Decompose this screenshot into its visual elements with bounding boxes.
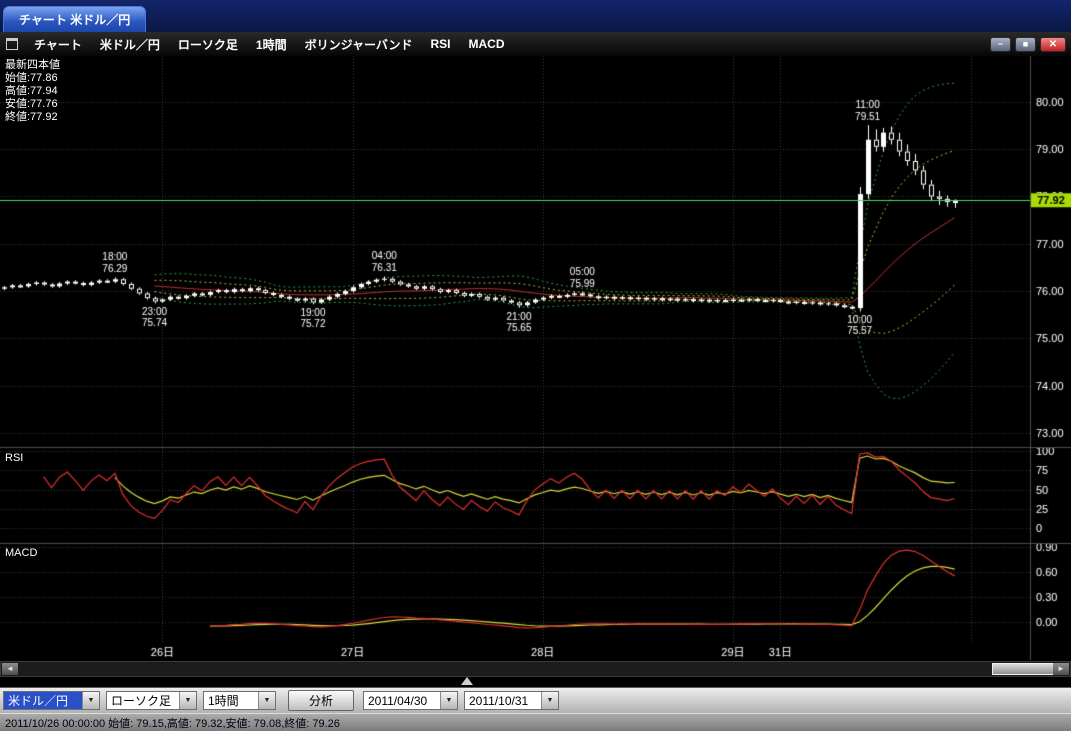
chart-area: 最新四本値 始値:77.86 高値:77.94 安値:77.76 終値:77.9…	[0, 56, 1071, 660]
timeframe-select-value: 1時間	[204, 692, 258, 709]
chart-tab[interactable]: チャート 米ドル／円	[3, 6, 146, 32]
date-from-value: 2011/04/30	[364, 692, 440, 709]
date-from-select[interactable]: 2011/04/30 ▼	[363, 691, 458, 710]
symbol-select[interactable]: 米ドル／円 ▼	[3, 691, 100, 710]
status-bar: 2011/10/26 00:00:00 始値: 79.15,高値: 79.32,…	[0, 713, 1071, 731]
menu-item-timeframe[interactable]: 1時間	[247, 36, 296, 53]
info-box-low: 安値:77.76	[5, 98, 60, 111]
menu-item-chart[interactable]: チャート	[25, 36, 91, 53]
menu-bar: チャート 米ドル／円 ローソク足 1時間 ボリンジャーバンド RSI MACD …	[0, 32, 1071, 56]
chart-scrollbar[interactable]: ◄ ►	[0, 661, 1071, 677]
dropdown-arrow-icon[interactable]: ▼	[82, 692, 99, 709]
macd-panel-label: MACD	[5, 547, 37, 559]
date-to-value: 2011/10/31	[465, 692, 541, 709]
status-bar-text: 2011/10/26 00:00:00 始値: 79.15,高値: 79.32,…	[5, 715, 340, 731]
timeframe-select[interactable]: 1時間 ▼	[203, 691, 276, 710]
menu-item-rsi[interactable]: RSI	[422, 37, 460, 51]
scrollbar-thumb[interactable]	[992, 663, 1054, 675]
menu-item-candle-type[interactable]: ローソク足	[169, 36, 247, 53]
close-button[interactable]: ✕	[1040, 37, 1066, 52]
ohlc-info-box: 最新四本値 始値:77.86 高値:77.94 安値:77.76 終値:77.9…	[5, 59, 60, 124]
analyze-button[interactable]: 分析	[288, 690, 354, 711]
window-icon	[6, 38, 18, 50]
chart-tab-label: チャート 米ドル／円	[19, 11, 130, 28]
chart-type-select[interactable]: ローソク足 ▼	[106, 691, 197, 710]
date-to-select[interactable]: 2011/10/31 ▼	[464, 691, 559, 710]
symbol-select-value: 米ドル／円	[4, 692, 82, 709]
maximize-button[interactable]: ■	[1015, 37, 1036, 52]
info-box-high: 高値:77.94	[5, 85, 60, 98]
minimize-button[interactable]: −	[990, 37, 1011, 52]
chart-canvas[interactable]	[0, 56, 1071, 660]
window-controls: − ■ ✕	[990, 37, 1066, 52]
info-box-close: 終値:77.92	[5, 111, 60, 124]
info-box-open: 始値:77.86	[5, 72, 60, 85]
dropdown-arrow-icon[interactable]: ▼	[440, 692, 457, 709]
chart-type-select-value: ローソク足	[107, 692, 179, 709]
scroll-left-icon[interactable]: ◄	[2, 663, 18, 675]
menu-item-macd[interactable]: MACD	[460, 37, 514, 51]
rsi-panel-label: RSI	[5, 452, 23, 464]
dropdown-arrow-icon[interactable]: ▼	[258, 692, 275, 709]
menu-item-symbol[interactable]: 米ドル／円	[91, 36, 169, 53]
dropdown-arrow-icon[interactable]: ▼	[179, 692, 196, 709]
tab-bar: チャート 米ドル／円	[0, 0, 1071, 32]
menu-item-bollinger[interactable]: ボリンジャーバンド	[296, 36, 422, 53]
info-box-title: 最新四本値	[5, 59, 60, 72]
toolbar: 米ドル／円 ▼ ローソク足 ▼ 1時間 ▼ 分析 2011/04/30 ▼ 20…	[0, 687, 1071, 713]
position-marker-icon[interactable]	[461, 677, 473, 685]
scroll-right-icon[interactable]: ►	[1053, 663, 1069, 675]
dropdown-arrow-icon[interactable]: ▼	[541, 692, 558, 709]
